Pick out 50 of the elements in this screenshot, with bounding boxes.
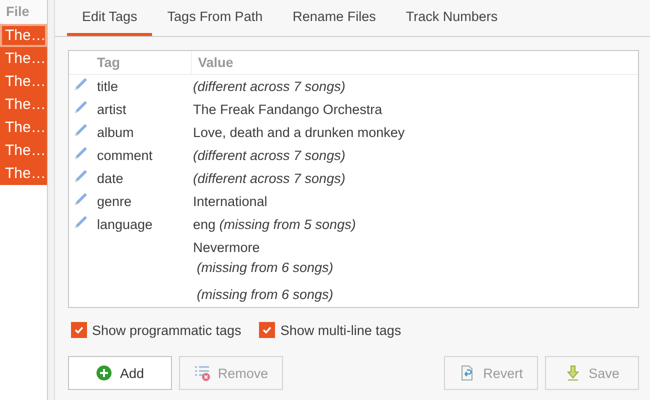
download-arrow-icon	[564, 365, 581, 381]
tag-name: date	[97, 171, 124, 186]
tag-name: title	[97, 79, 118, 94]
tag-name: genre	[97, 194, 132, 209]
file-item[interactable]: The…	[0, 70, 47, 93]
checkbox-label: Show programmatic tags	[92, 322, 242, 338]
checkbox-label: Show multi-line tags	[280, 322, 402, 338]
pencil-icon[interactable]	[72, 98, 90, 116]
tag-value: (different across 7 songs)	[193, 170, 346, 188]
pencil-icon[interactable]	[72, 75, 90, 93]
tag-value: Nevermore	[193, 239, 260, 257]
check-icon	[73, 324, 85, 336]
checkbox[interactable]	[71, 322, 87, 338]
column-header[interactable]: File	[0, 0, 47, 24]
pencil-icon[interactable]	[72, 144, 90, 162]
file-item[interactable]: The…	[0, 24, 47, 47]
tag-name: language	[97, 217, 153, 232]
add-button[interactable]: Add	[68, 356, 172, 390]
check-icon	[261, 324, 274, 336]
tag-name: comment	[97, 148, 153, 163]
pencil-icon[interactable]	[72, 167, 90, 185]
tag-value: Love, death and a drunken monkey	[193, 124, 405, 142]
tag-value: (different across 7 songs)	[193, 147, 346, 165]
file-item[interactable]: The…	[0, 47, 47, 70]
file-item[interactable]: The…	[0, 116, 47, 139]
document-undo-icon	[459, 365, 476, 381]
tab[interactable]: Edit Tags	[67, 0, 152, 36]
tag-value: International	[193, 193, 268, 211]
file-item[interactable]: The…	[0, 139, 47, 162]
tab[interactable]: Track Numbers	[390, 0, 513, 36]
remove-list-icon	[194, 365, 210, 381]
file-item[interactable]: The…	[0, 93, 47, 116]
tag-name: album	[97, 125, 134, 140]
splitter-handle[interactable]	[47, 0, 55, 400]
column-header[interactable]: Value	[191, 51, 638, 74]
tag-name: artist	[97, 102, 126, 117]
tab[interactable]: Rename Files	[278, 0, 391, 36]
pencil-icon[interactable]	[72, 190, 90, 208]
tab[interactable]: Tags From Path	[152, 0, 278, 36]
tag-value: eng (missing from 5 songs)	[193, 216, 356, 234]
tag-value: (missing from 6 songs)	[196, 259, 334, 276]
tag-value: (different across 7 songs)	[193, 78, 346, 96]
file-item[interactable]: The…	[0, 162, 47, 185]
tag-value: (missing from 6 songs)	[196, 286, 334, 303]
pencil-icon[interactable]	[72, 121, 90, 139]
column-header[interactable]: Tag	[93, 51, 191, 74]
checkbox[interactable]	[259, 322, 276, 338]
plus-icon	[96, 365, 112, 381]
tag-value: The Freak Fandango Orchestra	[193, 101, 382, 119]
pencil-icon[interactable]	[72, 213, 90, 231]
